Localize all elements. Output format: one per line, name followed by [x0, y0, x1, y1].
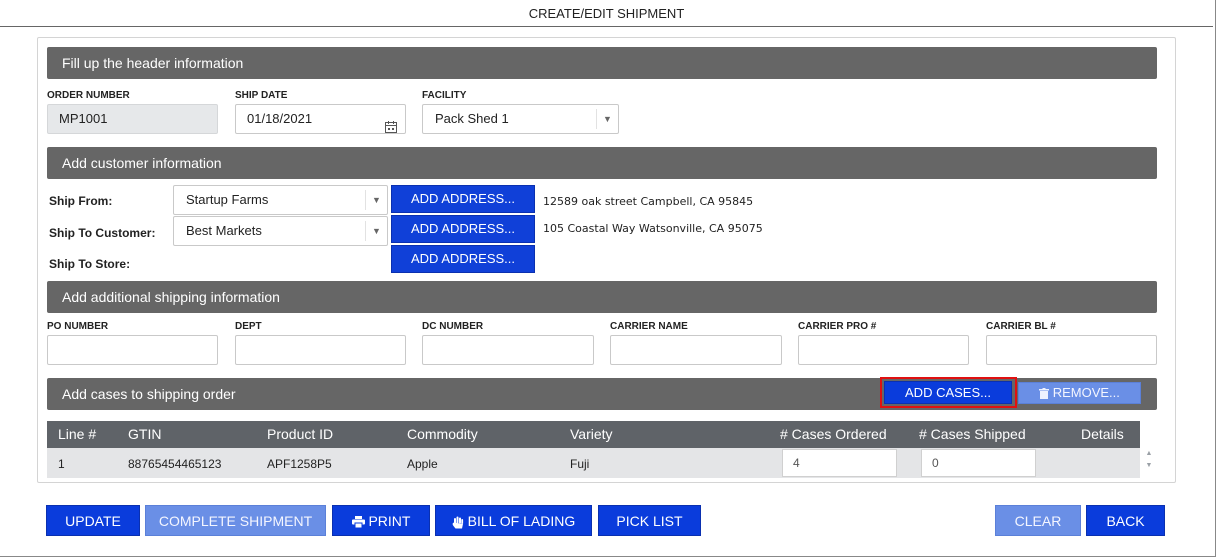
hand-icon	[452, 513, 468, 529]
chevron-down-icon[interactable]: ▼	[596, 109, 618, 129]
ship-date-label: SHIP DATE	[235, 90, 288, 101]
ship-to-store-label: Ship To Store:	[49, 257, 131, 271]
column-header-gtin[interactable]: GTIN	[128, 421, 161, 448]
ship-to-customer-select[interactable]: Best Markets ▼	[173, 216, 388, 246]
bill-of-lading-label: BILL OF LADING	[467, 513, 576, 529]
ship-from-value: Startup Farms	[186, 192, 269, 207]
ship-from-address: 12589 oak street Campbell, CA 95845	[543, 195, 754, 208]
column-header-cases-ordered[interactable]: # Cases Ordered	[780, 421, 887, 448]
print-button[interactable]: PRINT	[332, 505, 430, 536]
dc-number-label: DC NUMBER	[422, 321, 484, 332]
remove-button[interactable]: REMOVE...	[1018, 382, 1141, 404]
ship-to-customer-add-address-button[interactable]: ADD ADDRESS...	[391, 215, 535, 243]
carrier-name-label: CARRIER NAME	[610, 321, 688, 332]
cell-line: 1	[58, 457, 65, 471]
cases-ordered-input[interactable]: 4	[782, 449, 897, 477]
ship-to-customer-value: Best Markets	[186, 223, 262, 238]
trash-icon	[1039, 385, 1053, 400]
ship-to-customer-label: Ship To Customer:	[49, 226, 156, 240]
section-shipping-info: Add additional shipping information	[47, 281, 1157, 313]
cases-shipped-input[interactable]: 0	[921, 449, 1036, 477]
add-cases-button[interactable]: ADD CASES...	[884, 381, 1012, 404]
clear-button[interactable]: CLEAR	[995, 505, 1081, 536]
facility-select[interactable]: Pack Shed 1 ▼	[422, 104, 619, 134]
scroll-up-icon[interactable]: ▲	[1143, 448, 1155, 460]
carrier-pro-input[interactable]	[798, 335, 969, 365]
carrier-bl-label: CARRIER BL #	[986, 321, 1056, 332]
ship-to-store-add-address-button[interactable]: ADD ADDRESS...	[391, 245, 535, 273]
dept-input[interactable]	[235, 335, 406, 365]
column-header-cases-shipped[interactable]: # Cases Shipped	[919, 421, 1026, 448]
chevron-down-icon[interactable]: ▼	[365, 190, 387, 210]
order-number-label: ORDER NUMBER	[47, 90, 130, 101]
ship-from-label: Ship From:	[49, 194, 113, 208]
remove-button-label: REMOVE...	[1052, 385, 1120, 400]
section-cases-title: Add cases to shipping order	[62, 386, 236, 402]
cell-variety: Fuji	[570, 457, 590, 471]
carrier-name-input[interactable]	[610, 335, 782, 365]
carrier-bl-input[interactable]	[986, 335, 1157, 365]
column-header-line[interactable]: Line #	[58, 421, 96, 448]
column-header-product-id[interactable]: Product ID	[267, 421, 333, 448]
update-button[interactable]: UPDATE	[46, 505, 140, 536]
section-header-info: Fill up the header information	[47, 47, 1157, 79]
po-number-label: PO NUMBER	[47, 321, 109, 332]
facility-label: FACILITY	[422, 90, 467, 101]
ship-from-select[interactable]: Startup Farms ▼	[173, 185, 388, 215]
pick-list-button[interactable]: PICK LIST	[598, 505, 701, 536]
window-title: CREATE/EDIT SHIPMENT	[0, 0, 1213, 27]
cases-grid-header: Line # GTIN Product ID Commodity Variety…	[47, 421, 1140, 448]
ship-from-add-address-button[interactable]: ADD ADDRESS...	[391, 185, 535, 213]
chevron-down-icon[interactable]: ▼	[365, 221, 387, 241]
order-number-field: MP1001	[47, 104, 218, 134]
cell-product-id: APF1258P5	[267, 457, 332, 471]
scroll-down-icon[interactable]: ▼	[1143, 460, 1155, 472]
ship-date-value: 01/18/2021	[247, 111, 313, 126]
bill-of-lading-button[interactable]: BILL OF LADING	[435, 505, 592, 536]
printer-icon	[351, 513, 369, 529]
calendar-icon[interactable]	[384, 112, 398, 140]
cell-commodity: Apple	[407, 457, 438, 471]
back-button[interactable]: BACK	[1086, 505, 1165, 536]
facility-value: Pack Shed 1	[435, 111, 509, 126]
print-button-label: PRINT	[368, 513, 411, 529]
po-number-input[interactable]	[47, 335, 218, 365]
column-header-variety[interactable]: Variety	[570, 421, 613, 448]
column-header-commodity[interactable]: Commodity	[407, 421, 478, 448]
ship-date-field[interactable]: 01/18/2021	[235, 104, 406, 134]
dept-label: DEPT	[235, 321, 262, 332]
dc-number-input[interactable]	[422, 335, 594, 365]
column-header-details[interactable]: Details	[1081, 421, 1124, 448]
grid-scrollbar[interactable]: ▲ ▼	[1143, 448, 1155, 478]
ship-to-customer-address: 105 Coastal Way Watsonville, CA 95075	[543, 222, 763, 235]
section-customer-info: Add customer information	[47, 147, 1157, 179]
complete-shipment-button[interactable]: COMPLETE SHIPMENT	[145, 505, 326, 536]
cell-gtin: 88765454465123	[128, 457, 222, 471]
carrier-pro-label: CARRIER PRO #	[798, 321, 877, 332]
